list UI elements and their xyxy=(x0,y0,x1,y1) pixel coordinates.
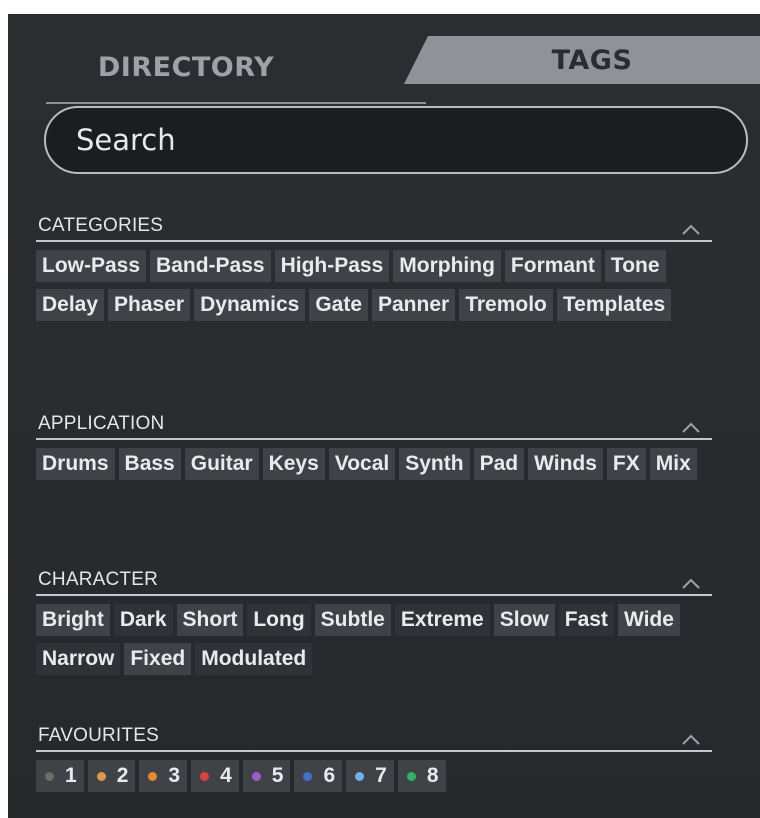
section-header: CHARACTER xyxy=(36,568,712,596)
tag-keys[interactable]: Keys xyxy=(262,448,325,480)
favourite-label: 1 xyxy=(65,764,77,787)
tag-formant[interactable]: Formant xyxy=(504,250,601,282)
tag-low-pass[interactable]: Low-Pass xyxy=(36,250,147,282)
favourite-label: 6 xyxy=(323,764,336,787)
tab-directory[interactable]: DIRECTORY xyxy=(46,34,446,100)
tag-modulated[interactable]: Modulated xyxy=(195,643,313,675)
favourite-2[interactable]: 2 xyxy=(87,760,136,792)
tag-guitar[interactable]: Guitar xyxy=(184,448,259,480)
section-title: APPLICATION xyxy=(38,413,165,434)
favourite-label: 5 xyxy=(271,764,284,787)
favourite-8[interactable]: 8 xyxy=(397,760,446,792)
tag-dark[interactable]: Dark xyxy=(113,604,173,636)
tag-panner[interactable]: Panner xyxy=(372,289,456,321)
tab-tags[interactable]: TAGS xyxy=(404,36,760,84)
tab-bar: DIRECTORY TAGS xyxy=(8,34,760,106)
color-dot-icon xyxy=(96,771,106,781)
tag-winds[interactable]: Winds xyxy=(528,448,603,480)
color-dot-icon xyxy=(355,771,365,781)
favourite-4[interactable]: 4 xyxy=(191,760,239,792)
color-dot-icon xyxy=(303,771,313,781)
favourite-1[interactable]: 1 xyxy=(36,760,84,792)
tag-templates[interactable]: Templates xyxy=(556,289,672,321)
tag-pad[interactable]: Pad xyxy=(473,448,525,480)
section-title: CHARACTER xyxy=(38,569,159,590)
favourite-label: 3 xyxy=(168,764,181,787)
color-dot-icon xyxy=(251,771,261,781)
color-dot-icon xyxy=(200,771,210,781)
application-section: APPLICATION Drums Bass Guitar Keys Vocal Synt… xyxy=(36,412,712,480)
tag-high-pass[interactable]: High-Pass xyxy=(274,250,390,282)
search-field[interactable] xyxy=(44,106,748,174)
tag-fx[interactable]: FX xyxy=(606,448,646,480)
favourites-list: 1 2 3 4 5 6 7 8 xyxy=(36,760,712,792)
tag-synth[interactable]: Synth xyxy=(399,448,470,480)
tag-phaser[interactable]: Phaser xyxy=(108,289,191,321)
tag-list: Drums Bass Guitar Keys Vocal Synth Pad Winds FX M… xyxy=(36,448,712,480)
tag-narrow[interactable]: Narrow xyxy=(36,643,121,675)
favourite-7[interactable]: 7 xyxy=(346,760,394,792)
tag-tone[interactable]: Tone xyxy=(604,250,666,282)
tag-delay[interactable]: Delay xyxy=(36,289,105,321)
tag-gate[interactable]: Gate xyxy=(309,289,368,321)
color-dot-icon xyxy=(406,771,416,781)
tag-browser-panel: DIRECTORY TAGS CATEGORIES Low-PassBand-P… xyxy=(8,14,760,818)
favourite-label: 4 xyxy=(220,764,232,787)
tag-bass[interactable]: Bass xyxy=(118,448,181,480)
tag-bright[interactable]: Bright xyxy=(36,604,110,636)
section-title: CATEGORIES xyxy=(38,215,164,236)
favourite-label: 2 xyxy=(116,764,129,787)
tag-dynamics[interactable]: Dynamics xyxy=(194,289,306,321)
tag-long[interactable]: Long xyxy=(247,604,311,636)
favourite-label: 8 xyxy=(426,764,439,787)
tag-slow[interactable]: Slow xyxy=(493,604,555,636)
section-header: FAVOURITES xyxy=(36,724,712,752)
tag-list: Low-Pass Band-Pass High-Pass Morphing Forman… xyxy=(36,250,712,321)
color-dot-icon xyxy=(148,771,158,781)
favourites-section: FAVOURITES 1 2 3 4 5 6 7 8 xyxy=(36,724,712,792)
tag-short[interactable]: Short xyxy=(176,604,244,636)
tag-fixed[interactable]: Fixed xyxy=(124,643,192,675)
tag-morphing[interactable]: Morphing xyxy=(393,250,501,282)
section-title: FAVOURITES xyxy=(38,725,159,746)
chevron-up-icon[interactable] xyxy=(680,222,702,238)
tag-wide[interactable]: Wide xyxy=(617,604,680,636)
tag-list: Bright Dark Short Long Subtle Extreme Slow Fast… xyxy=(36,604,712,675)
tag-band-pass[interactable]: Band-Pass xyxy=(150,250,271,282)
tag-extreme[interactable]: Extreme xyxy=(394,604,490,636)
character-section: CHARACTER Bright Dark Short Long Subtle Extre… xyxy=(36,568,712,675)
tab-underline xyxy=(46,102,426,104)
tag-vocal[interactable]: Vocal xyxy=(328,448,396,480)
chevron-up-icon[interactable] xyxy=(680,420,702,436)
favourite-6[interactable]: 6 xyxy=(294,760,343,792)
tag-tremolo[interactable]: Tremolo xyxy=(459,289,553,321)
favourite-3[interactable]: 3 xyxy=(139,760,188,792)
chevron-up-icon[interactable] xyxy=(680,732,702,748)
search-input[interactable] xyxy=(76,123,716,157)
favourite-5[interactable]: 5 xyxy=(242,760,291,792)
categories-section: CATEGORIES Low-Pass Band-Pass High-Pass Mor… xyxy=(36,214,712,321)
tag-subtle[interactable]: Subtle xyxy=(314,604,391,636)
tag-drums[interactable]: Drums xyxy=(36,448,115,480)
section-header: CATEGORIES xyxy=(36,214,712,242)
color-dot-icon xyxy=(45,771,54,781)
chevron-up-icon[interactable] xyxy=(680,576,702,592)
section-header: APPLICATION xyxy=(36,412,712,440)
tag-fast[interactable]: Fast xyxy=(558,604,614,636)
favourite-label: 7 xyxy=(375,764,387,787)
tag-mix[interactable]: Mix xyxy=(649,448,697,480)
